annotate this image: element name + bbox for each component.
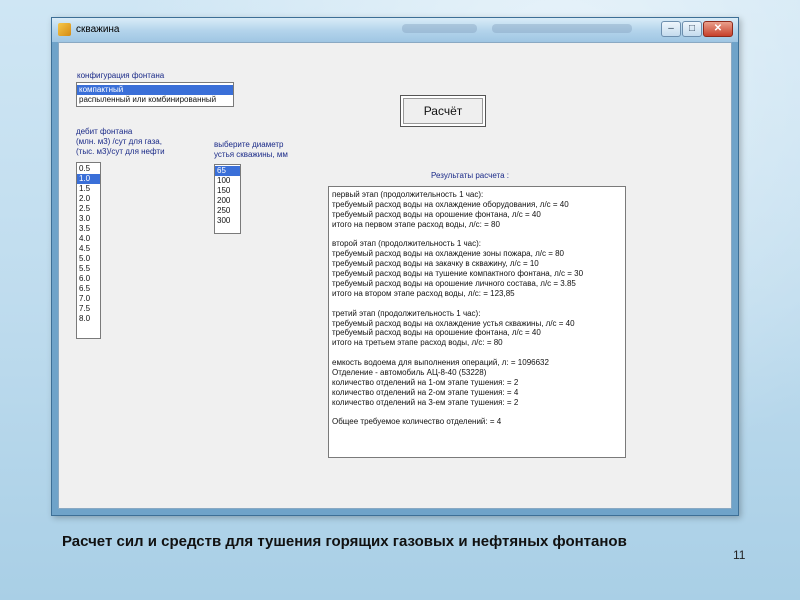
- diameter-label: выберите диаметр устья скважины, мм: [214, 140, 288, 160]
- list-item[interactable]: 3.0: [77, 214, 100, 224]
- app-window: скважина – □ ✕ конфигурация фонтана комп…: [51, 17, 739, 516]
- list-item[interactable]: 4.5: [77, 244, 100, 254]
- results-line: количество отделений на 2-ом этапе тушен…: [332, 387, 519, 397]
- list-item[interactable]: 250: [215, 206, 240, 216]
- list-item[interactable]: распыленный или комбинированный: [77, 95, 233, 105]
- list-item[interactable]: 65: [215, 166, 240, 176]
- debit-label-line: (тыс. м3)/сут для нефти: [76, 147, 165, 156]
- form-client-area: конфигурация фонтана компактный распыленн…: [58, 42, 732, 509]
- window-titlebar[interactable]: скважина – □ ✕: [52, 18, 738, 42]
- results-line: Отделение - автомобиль АЦ-8-40 (53228): [332, 368, 487, 378]
- config-listbox[interactable]: компактный распыленный или комбинированны…: [76, 82, 234, 107]
- results-line: второй этап (продолжительность 1 час):: [332, 239, 482, 249]
- results-line: требуемый расход воды на орошение фонтан…: [332, 328, 541, 338]
- diameter-listbox[interactable]: 65 100 150 200 250 300: [214, 164, 241, 234]
- diameter-label-line: устья скважины, мм: [214, 150, 288, 159]
- results-line: требуемый расход воды на орошение фонтан…: [332, 209, 541, 219]
- config-label: конфигурация фонтана: [77, 71, 165, 80]
- list-item[interactable]: 300: [215, 216, 240, 226]
- list-item[interactable]: 6.5: [77, 284, 100, 294]
- results-line: Общее требуемое количество отделений: = …: [332, 417, 502, 427]
- diameter-label-line: выберите диаметр: [214, 140, 284, 149]
- list-item[interactable]: 3.5: [77, 224, 100, 234]
- window-title: скважина: [76, 24, 120, 35]
- list-item[interactable]: 200: [215, 196, 240, 206]
- results-line: требуемый расход воды на охлаждение обор…: [332, 199, 569, 209]
- results-line: [332, 348, 622, 358]
- list-item[interactable]: 6.0: [77, 274, 100, 284]
- results-line: итого на третьем этапе расход воды, л/с:…: [332, 338, 503, 348]
- blurred-title-region: [402, 24, 477, 33]
- results-line: [332, 299, 622, 309]
- results-line: количество отделений на 3-ем этапе тушен…: [332, 397, 519, 407]
- results-line: требуемый расход воды на орошение личног…: [332, 279, 576, 289]
- debit-label-line: дебит фонтана: [76, 127, 133, 136]
- results-line: требуемый расход воды на охлаждение зоны…: [332, 249, 564, 259]
- results-line: количество отделений на 1-ом этапе тушен…: [332, 377, 519, 387]
- results-line: первый этап (продолжительность 1 час):: [332, 190, 484, 199]
- list-item[interactable]: 1.5: [77, 184, 100, 194]
- list-item[interactable]: 7.0: [77, 294, 100, 304]
- debit-label-line: (млн. м3) /сут для газа,: [76, 137, 162, 146]
- calculate-button[interactable]: Расчёт: [400, 95, 486, 127]
- list-item[interactable]: 4.0: [77, 234, 100, 244]
- list-item[interactable]: 5.5: [77, 264, 100, 274]
- list-item[interactable]: компактный: [77, 85, 233, 95]
- results-line: [332, 408, 622, 418]
- list-item[interactable]: 2.5: [77, 204, 100, 214]
- list-item[interactable]: 2.0: [77, 194, 100, 204]
- debit-label: дебит фонтана (млн. м3) /сут для газа, (ты…: [76, 127, 165, 157]
- app-icon: [58, 23, 71, 36]
- close-icon[interactable]: ✕: [703, 21, 733, 37]
- debit-listbox[interactable]: 0.5 1.0 1.5 2.0 2.5 3.0 3.5 4.0 4.5 5.0 5.5 6.0 6.5 7…: [76, 162, 101, 339]
- results-line: итого на втором этапе расход воды, л/с: …: [332, 288, 515, 298]
- results-line: требуемый расход воды на охлаждение усть…: [332, 318, 575, 328]
- list-item[interactable]: 100: [215, 176, 240, 186]
- results-line: [332, 230, 622, 240]
- results-line: итого на первом этапе расход воды, л/с: …: [332, 219, 500, 229]
- list-item[interactable]: 5.0: [77, 254, 100, 264]
- results-line: емкость водоема для выполнения операций,…: [332, 358, 549, 368]
- minimize-icon[interactable]: –: [661, 21, 681, 37]
- blurred-title-region: [492, 24, 632, 33]
- list-item[interactable]: 7.5: [77, 304, 100, 314]
- list-item[interactable]: 0.5: [77, 164, 100, 174]
- results-line: третий этап (продолжительность 1 час):: [332, 308, 481, 318]
- list-item[interactable]: 150: [215, 186, 240, 196]
- list-item[interactable]: 8.0: [77, 314, 100, 324]
- slide-page-number: 11: [733, 548, 746, 562]
- results-label: Результаты расчета :: [431, 171, 509, 180]
- results-textarea[interactable]: первый этап (продолжительность 1 час): тр…: [328, 186, 626, 458]
- list-item[interactable]: 1.0: [77, 174, 100, 184]
- results-line: требуемый расход воды на тушение компакт…: [332, 269, 584, 279]
- maximize-icon[interactable]: □: [682, 21, 702, 37]
- slide-caption: Расчет сил и средств для тушения горящих…: [62, 533, 627, 550]
- results-line: требуемый расход воды на закачку в скваж…: [332, 259, 539, 269]
